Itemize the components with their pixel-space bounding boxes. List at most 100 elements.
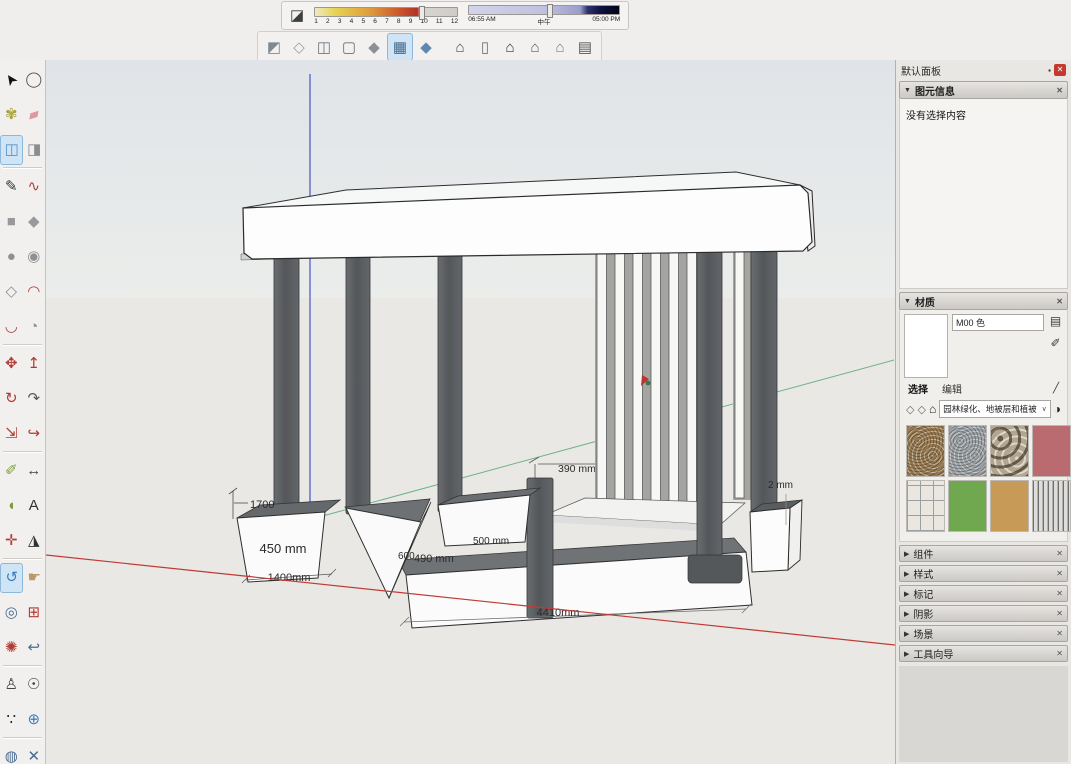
offset-tool[interactable]: ↪: [23, 420, 44, 448]
view-top-button[interactable]: ▯: [473, 34, 497, 60]
zoom-previous-tool[interactable]: ↩: [23, 634, 44, 662]
forward-arrow-icon[interactable]: ◇: [917, 403, 925, 416]
zoom-window-tool[interactable]: ⊞: [23, 599, 44, 627]
paint-roller-icon[interactable]: ✐: [1050, 336, 1060, 350]
view-iso-button[interactable]: ⌂: [448, 34, 472, 60]
extra-tool-b-tool[interactable]: ✕: [23, 743, 44, 764]
extra-tool-a-tool[interactable]: ◍: [1, 743, 22, 764]
materials-close-icon[interactable]: ✕: [1056, 297, 1063, 306]
face-style-wireframe-button[interactable]: ◫: [312, 34, 336, 60]
eraser-tool[interactable]: ▰: [23, 101, 44, 129]
3d-viewport[interactable]: 390 mm: [46, 60, 895, 764]
material-preview-swatch[interactable]: [904, 314, 948, 378]
column-2[interactable]: [346, 248, 370, 514]
column-4[interactable]: [527, 478, 553, 618]
section-close-icon[interactable]: ✕: [1056, 609, 1063, 618]
face-style-shaded-button[interactable]: ◆: [362, 34, 386, 60]
section-bar-场景[interactable]: ▶场景✕: [899, 625, 1068, 642]
line-tool[interactable]: ✎: [1, 173, 22, 201]
date-slider-track[interactable]: [314, 7, 458, 17]
face-style-back-edges-button[interactable]: ◇: [287, 34, 311, 60]
section-bar-样式[interactable]: ▶样式✕: [899, 565, 1068, 582]
section-close-icon[interactable]: ✕: [1056, 629, 1063, 638]
date-slider-handle[interactable]: [419, 6, 425, 20]
shadow-time-slider[interactable]: 06:55 AM 中午 05:00 PM: [468, 5, 620, 26]
section-close-icon[interactable]: ✕: [1056, 549, 1063, 558]
section-close-icon[interactable]: ✕: [1056, 649, 1063, 658]
look-around-tool[interactable]: ☉: [23, 671, 44, 699]
time-slider-handle[interactable]: [547, 4, 553, 18]
model-canvas[interactable]: 390 mm: [46, 60, 895, 764]
axes-tool[interactable]: ✛: [1, 527, 22, 555]
material-swatch-grass-green[interactable]: [948, 480, 987, 532]
view-left-button[interactable]: ▤: [573, 34, 597, 60]
material-swatch-gravel-brown[interactable]: [906, 425, 945, 477]
material-swatch-cobblestone[interactable]: [990, 425, 1029, 477]
circle-tool[interactable]: ●: [1, 243, 22, 271]
section-bar-工具向导[interactable]: ▶工具向导✕: [899, 645, 1068, 662]
make-component-tool[interactable]: ◫: [0, 135, 23, 165]
position-camera-tool[interactable]: ♙: [1, 671, 22, 699]
tape-measure-tool[interactable]: ✐: [1, 457, 22, 485]
rectangle-tool[interactable]: ■: [1, 208, 22, 236]
view-front-button[interactable]: ⌂: [498, 34, 522, 60]
select-tool[interactable]: ➤: [1, 66, 22, 94]
material-swatch-gravel-gray[interactable]: [948, 425, 987, 477]
column-5[interactable]: [697, 250, 722, 580]
view-back-button[interactable]: ⌂: [548, 34, 572, 60]
section-close-icon[interactable]: ✕: [1056, 589, 1063, 598]
tray-pin-icon[interactable]: ▪: [1048, 66, 1051, 75]
entity-info-header[interactable]: ▼ 图元信息 ✕: [899, 81, 1068, 99]
details-icon[interactable]: ◑: [1054, 402, 1061, 416]
material-swatch-pavers[interactable]: [906, 480, 945, 532]
tab-edit[interactable]: 编辑: [942, 381, 962, 396]
pedestal-right-box[interactable]: [750, 500, 802, 572]
section-bar-阴影[interactable]: ▶阴影✕: [899, 605, 1068, 622]
back-arrow-icon[interactable]: ◇: [906, 403, 914, 416]
material-swatch-sand-tan[interactable]: [990, 480, 1029, 532]
column-6[interactable]: [751, 250, 777, 512]
move-tool[interactable]: ✥: [1, 350, 22, 378]
lasso-select-tool[interactable]: ◯: [23, 66, 44, 94]
rotate-tool[interactable]: ↻: [1, 385, 22, 413]
face-style-shaded-with-textures-button[interactable]: ▦: [387, 33, 413, 61]
rotated-rectangle-tool[interactable]: ◆: [23, 208, 44, 236]
pan-tool[interactable]: ☛: [24, 564, 45, 592]
slat-fence[interactable]: [595, 246, 767, 514]
material-name-field[interactable]: M00 色: [952, 314, 1044, 331]
material-swatch-rose-solid[interactable]: [1032, 425, 1071, 477]
home-icon[interactable]: ⌂: [929, 402, 936, 416]
material-category-dropdown[interactable]: 园林绿化、地被层和植被 ∨: [939, 400, 1051, 418]
ellipse-tool[interactable]: ◉: [23, 243, 44, 271]
freehand-tool[interactable]: ∿: [23, 173, 44, 201]
zoom-tool[interactable]: ◎: [1, 599, 22, 627]
zoom-extents-tool[interactable]: ✺: [1, 634, 22, 662]
tray-close-icon[interactable]: ✕: [1054, 64, 1066, 76]
orbit-tool[interactable]: ↺: [0, 563, 23, 593]
materials-header[interactable]: ▼ 材质 ✕: [899, 292, 1068, 310]
face-style-monochrome-button[interactable]: ◆: [414, 34, 438, 60]
paint-bucket-tool[interactable]: ✾: [1, 101, 22, 129]
tag-tool[interactable]: ◨: [24, 136, 45, 164]
face-style-xray-button[interactable]: ◩: [262, 34, 286, 60]
arc-tool[interactable]: ◠: [23, 278, 44, 306]
pie-tool[interactable]: ◔: [23, 313, 44, 341]
view-right-button[interactable]: ⌂: [523, 34, 547, 60]
section-bar-标记[interactable]: ▶标记✕: [899, 585, 1068, 602]
section-bar-组件[interactable]: ▶组件✕: [899, 545, 1068, 562]
dimension-tool[interactable]: ↔: [23, 457, 44, 485]
polygon-tool[interactable]: ◇: [1, 278, 22, 306]
scale-tool[interactable]: ⇲: [1, 420, 22, 448]
secondary-pane-icon[interactable]: ▤: [1050, 314, 1061, 328]
protractor-tool[interactable]: ◖: [1, 492, 22, 520]
walk-tool[interactable]: ∵: [1, 706, 22, 734]
follow-me-tool[interactable]: ↷: [23, 385, 44, 413]
entity-info-close-icon[interactable]: ✕: [1056, 86, 1063, 95]
shadow-toggle-icon[interactable]: ◪: [290, 8, 304, 23]
shadow-date-slider[interactable]: 123456789101112: [314, 7, 458, 25]
sample-paint-icon[interactable]: ╱: [1053, 383, 1059, 394]
time-slider-track[interactable]: [468, 5, 620, 15]
column-3[interactable]: [438, 246, 462, 512]
column-1[interactable]: [274, 250, 299, 512]
two-point-arc-tool[interactable]: ◡: [1, 313, 22, 341]
